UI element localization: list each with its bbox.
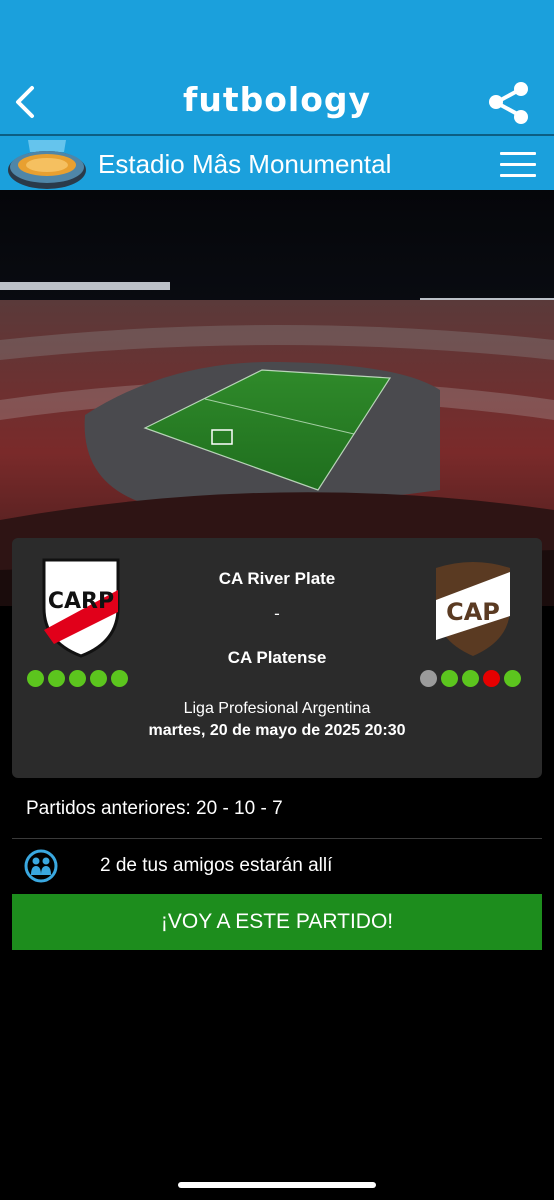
form-result-dot [441, 670, 458, 687]
form-result-dot [111, 670, 128, 687]
divider [12, 838, 542, 839]
match-card[interactable]: CARP CA River Plate - CA Platense CAP Li… [12, 538, 542, 778]
form-result-dot [462, 670, 479, 687]
form-result-dot [27, 670, 44, 687]
app-header: futbology [0, 0, 554, 134]
friends-icon [24, 849, 58, 883]
svg-text:CAP: CAP [446, 598, 500, 626]
venue-title: Estadio Mâs Monumental [98, 149, 392, 179]
app-logo: futbology [182, 80, 372, 119]
form-result-dot [420, 670, 437, 687]
form-result-dot [504, 670, 521, 687]
form-result-dot [483, 670, 500, 687]
stadium-icon [8, 140, 86, 189]
attend-match-button[interactable]: ¡VOY A ESTE PARTIDO! [12, 894, 542, 950]
venue-bar: Estadio Mâs Monumental [0, 134, 554, 190]
form-result-dot [48, 670, 65, 687]
form-result-dot [90, 670, 107, 687]
form-result-dot [69, 670, 86, 687]
home-form-dots [27, 670, 128, 687]
home-indicator[interactable] [178, 1182, 376, 1188]
competition-name: Liga Profesional Argentina [183, 700, 371, 717]
platense-crest-icon: CAP [436, 562, 510, 656]
menu-icon[interactable] [500, 152, 536, 178]
match-datetime: martes, 20 de mayo de 2025 20:30 [148, 722, 406, 739]
share-icon[interactable] [486, 80, 532, 126]
friends-attending-text: 2 de tus amigos estarán allí [100, 855, 333, 876]
previous-matches-record: Partidos anteriores: 20 - 10 - 7 [26, 798, 283, 819]
away-form-dots [420, 670, 521, 687]
